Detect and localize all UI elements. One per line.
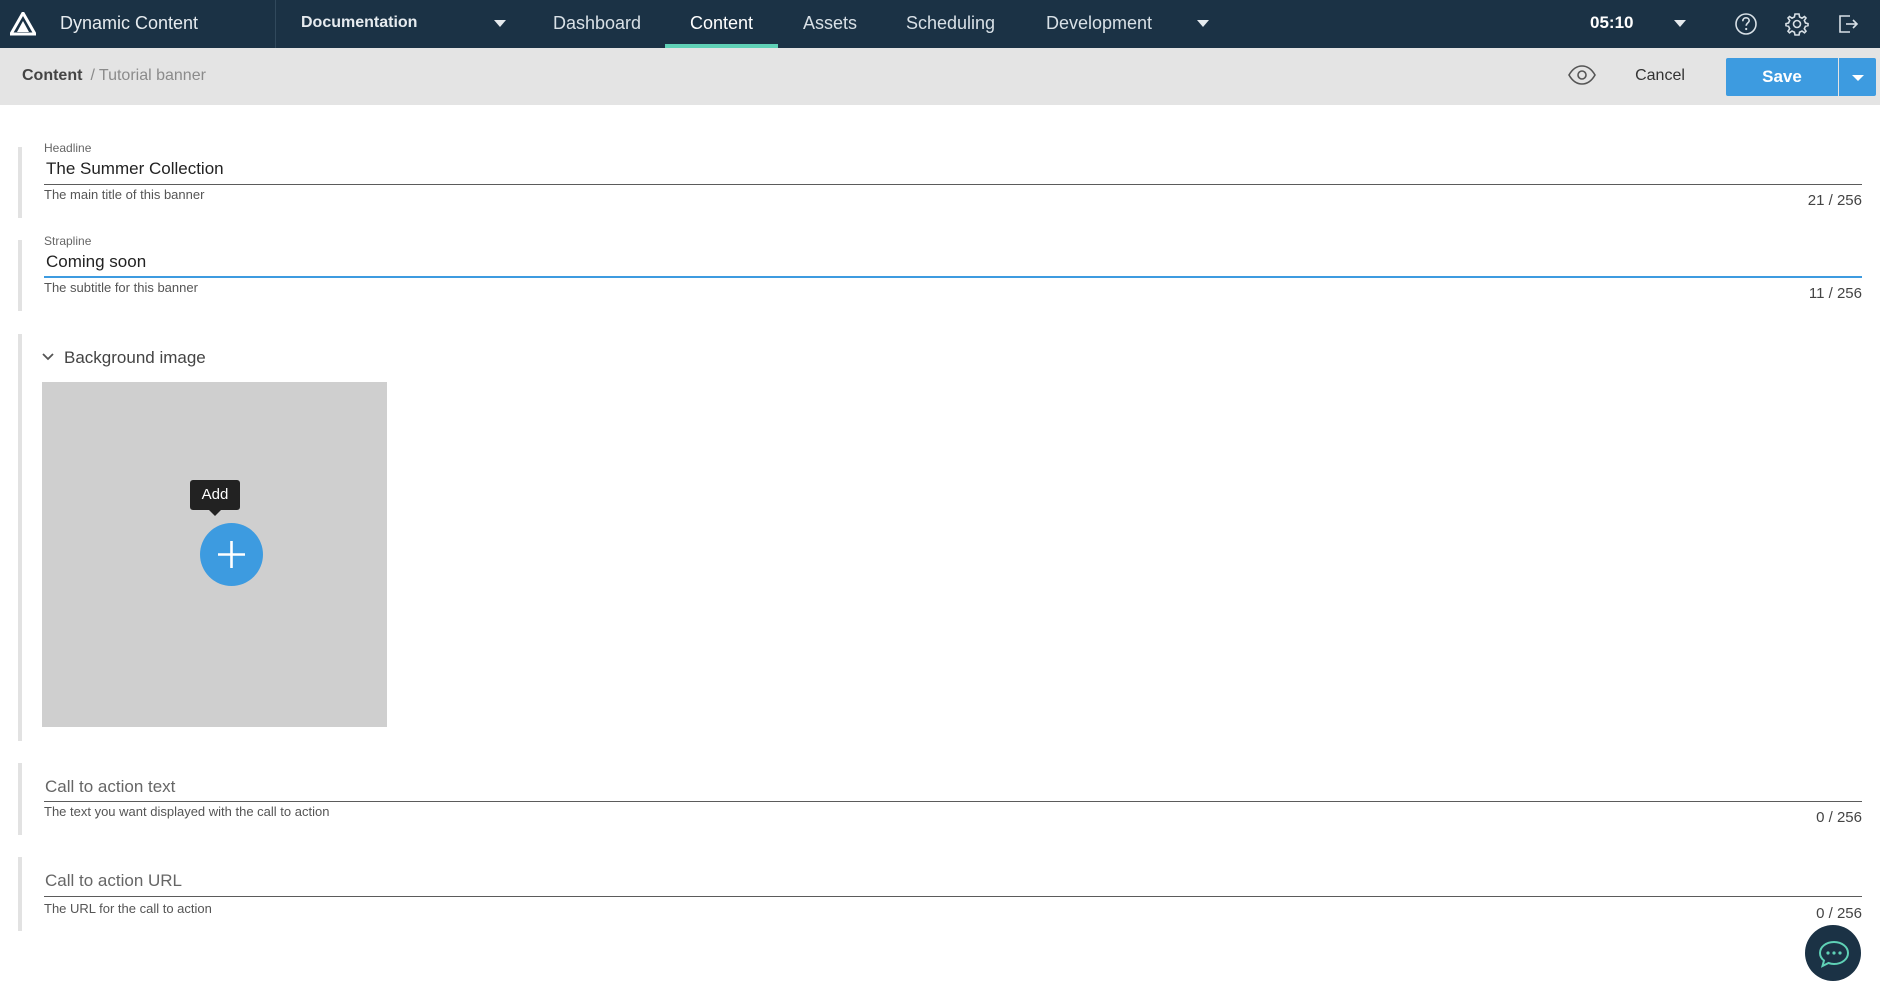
eye-icon[interactable] [1567,64,1597,86]
tab-scheduling[interactable]: Scheduling [882,0,1017,48]
tab-label: Content [690,13,754,33]
background-image-title: Background image [64,348,206,367]
clock-menu[interactable]: 05:10 [1590,0,1692,48]
breadcrumb-current: Tutorial banner [98,67,206,84]
hub-name: Documentation [301,14,418,31]
strapline-input[interactable]: Coming soon [46,252,146,272]
background-image-field: Background image Add [18,334,1862,741]
tab-development[interactable]: Development [1023,0,1213,48]
gear-icon[interactable] [1783,10,1811,38]
tab-content[interactable]: Content [665,0,778,48]
chat-icon [1818,940,1850,968]
plus-icon [218,541,245,568]
cta-text-char-count: 0 / 256 [1816,809,1862,826]
app-name: Dynamic Content [60,13,199,33]
cta-url-input[interactable]: Call to action URL [45,871,182,891]
headline-label: Headline [44,141,92,155]
cta-text-field: Call to action text The text you want di… [18,763,1862,835]
chevron-down-icon [494,20,506,27]
tab-label: Assets [803,13,858,33]
add-tooltip: Add [190,480,240,516]
headline-help-text: The main title of this banner [44,187,205,202]
tab-dashboard[interactable]: Dashboard [533,0,659,48]
headline-char-count: 21 / 256 [1807,192,1862,209]
help-icon[interactable] [1732,10,1760,38]
top-navigation-bar: Dynamic Content Documentation Dashboard … [0,0,1880,48]
cta-text-input[interactable]: Call to action text [45,777,175,797]
breadcrumb: Content / Tutorial banner [22,67,206,85]
breadcrumb-separator: / [90,67,95,84]
headline-field: Headline The Summer Collection The main … [18,141,1862,218]
cancel-button[interactable]: Cancel [1622,58,1698,94]
field-indicator [18,334,22,741]
chevron-down-icon [1852,75,1864,81]
strapline-underline [44,276,1862,278]
image-placeholder[interactable]: Add [42,382,387,727]
field-indicator [18,857,22,931]
headline-input[interactable]: The Summer Collection [46,159,224,179]
chevron-down-icon [1674,20,1686,27]
cta-url-char-count: 0 / 256 [1816,905,1862,922]
logout-icon[interactable] [1834,10,1862,38]
chevron-down-icon [1197,20,1209,27]
chat-button[interactable] [1805,925,1861,981]
tab-label: Dashboard [553,13,642,33]
chevron-down-icon [42,353,54,361]
editor-toolbar: Content / Tutorial banner Cancel Save [0,48,1880,105]
tab-label: Development [1046,13,1153,33]
hub-selector[interactable]: Documentation [276,0,516,48]
background-image-toggle[interactable]: Background image [41,346,241,370]
cta-url-help-text: The URL for the call to action [44,901,212,916]
logo-icon [10,12,36,36]
cta-text-help-text: The text you want displayed with the cal… [44,804,330,819]
cta-text-underline [44,801,1862,802]
strapline-char-count: 11 / 256 [1808,285,1862,302]
tab-label: Scheduling [906,13,996,33]
strapline-label: Strapline [44,234,92,248]
add-image-button[interactable] [200,523,263,586]
field-indicator [18,147,22,218]
cta-url-field: Call to action URL The URL for the call … [18,857,1862,931]
headline-underline [44,184,1862,185]
save-button[interactable]: Save [1726,58,1838,96]
field-indicator [18,763,22,835]
tab-assets[interactable]: Assets [784,0,876,48]
breadcrumb-content-link[interactable]: Content [22,67,82,84]
app-brand[interactable]: Dynamic Content [0,0,276,48]
clock-time: 05:10 [1590,13,1634,32]
cta-url-underline [44,896,1862,897]
field-indicator [18,240,22,311]
strapline-help-text: The subtitle for this banner [44,280,198,295]
save-options-button[interactable] [1839,58,1876,96]
strapline-field: Strapline Coming soon The subtitle for t… [18,234,1862,311]
